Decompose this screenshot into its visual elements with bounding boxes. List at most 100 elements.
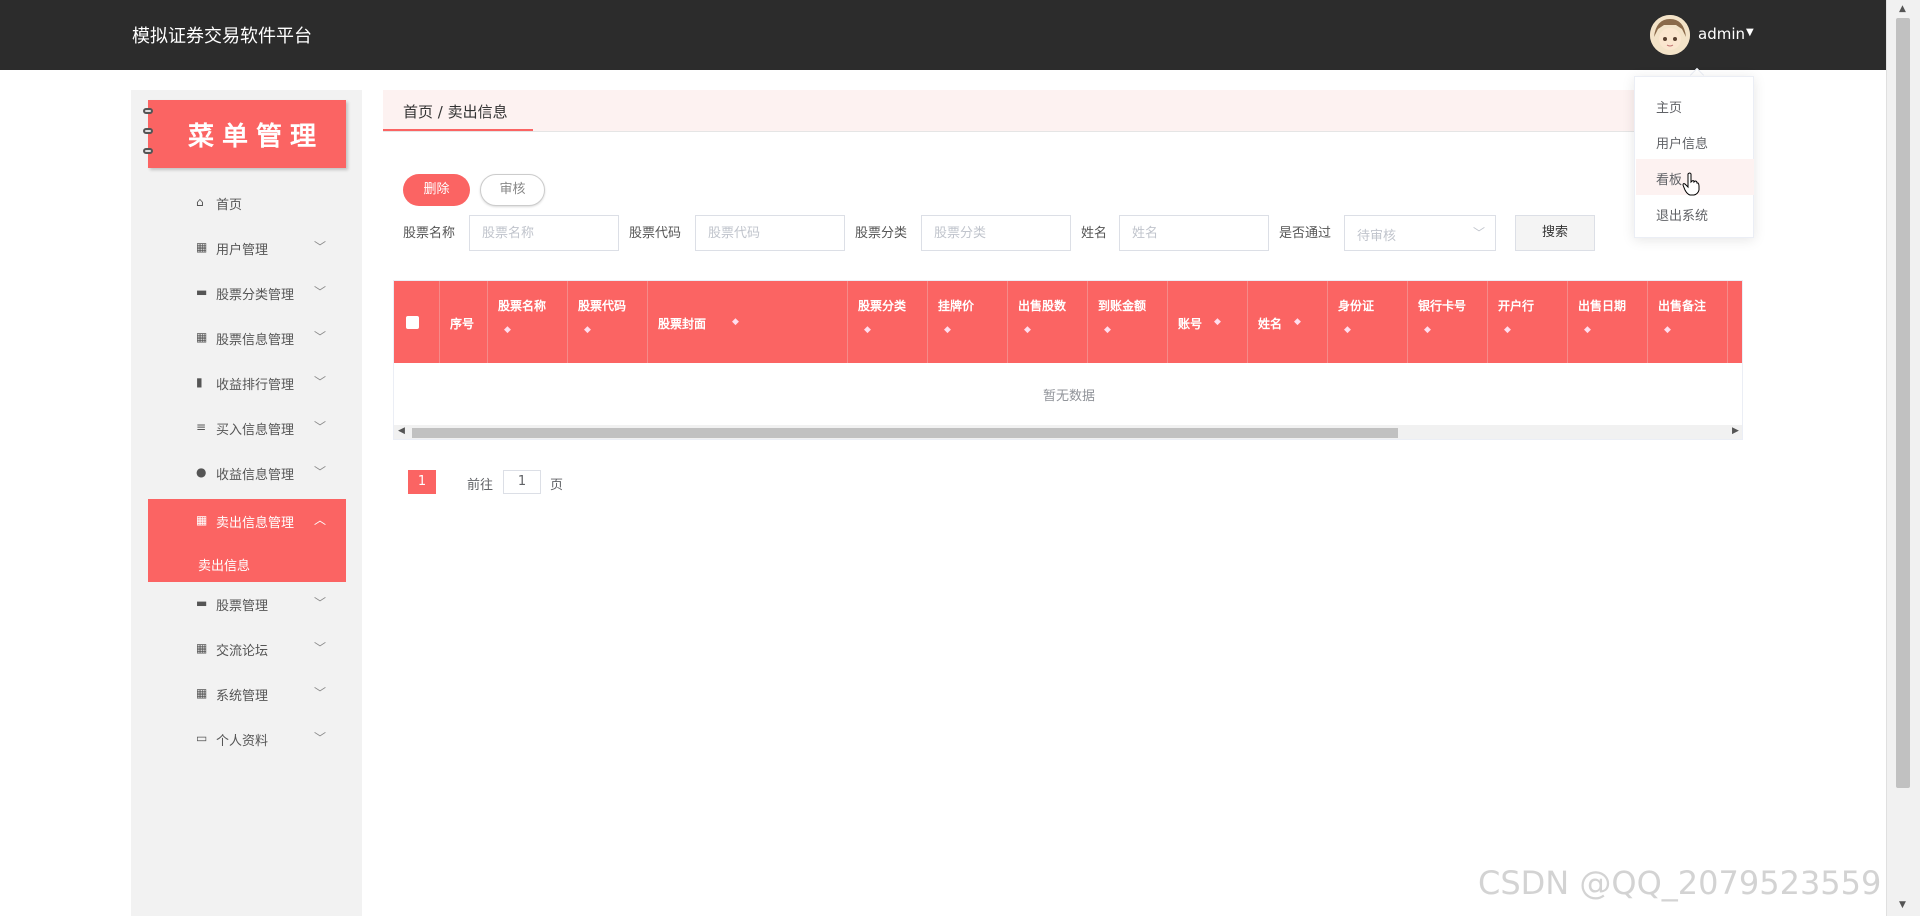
sort-icon[interactable]: ◆ bbox=[1214, 317, 1221, 327]
select-all-checkbox[interactable] bbox=[406, 316, 419, 329]
scrollbar-thumb[interactable] bbox=[1896, 18, 1910, 788]
scroll-left-icon[interactable]: ◀ bbox=[398, 426, 405, 436]
chat-icon: ▬ bbox=[196, 596, 208, 610]
sort-icon[interactable]: ◆ bbox=[1424, 325, 1431, 335]
sidebar-item-system[interactable]: ▦ 系统管理 ﹀ bbox=[148, 674, 346, 714]
pin-icon: ● bbox=[196, 465, 207, 479]
breadcrumb: 首页 / 卖出信息 bbox=[383, 90, 1743, 132]
sort-icon[interactable]: ◆ bbox=[1584, 325, 1591, 335]
binder-ring-icon bbox=[143, 108, 153, 114]
approved-select[interactable]: 待审核 ﹀ bbox=[1344, 215, 1496, 251]
column-header[interactable]: 股票代码 ◆ bbox=[568, 281, 648, 363]
sidebar-item-label: 股票管理 bbox=[216, 599, 269, 614]
chevron-down-icon: ﹀ bbox=[1473, 226, 1486, 240]
delete-button[interactable]: 删除 bbox=[403, 174, 470, 206]
menu-item-logout[interactable]: 退出系统 bbox=[1636, 195, 1754, 231]
column-header[interactable]: 银行卡号 ◆ bbox=[1408, 281, 1488, 363]
menu-item-home[interactable]: 主页 bbox=[1636, 87, 1754, 123]
app-title: 模拟证券交易软件平台 bbox=[132, 26, 312, 47]
chevron-down-icon: ﹀ bbox=[314, 641, 327, 655]
sidebar-item-label: 系统管理 bbox=[216, 689, 269, 704]
avatar-image bbox=[1650, 15, 1690, 55]
chevron-down-icon: ﹀ bbox=[314, 330, 327, 344]
column-header[interactable]: 股票分类 ◆ bbox=[848, 281, 928, 363]
sidebar-item-label: 收益排行管理 bbox=[216, 378, 295, 393]
sort-icon[interactable]: ◆ bbox=[944, 325, 951, 335]
sort-icon[interactable]: ◆ bbox=[864, 325, 871, 335]
stock-category-input[interactable] bbox=[921, 215, 1071, 251]
sort-icon[interactable]: ◆ bbox=[584, 325, 591, 335]
sidebar-item-stock-category[interactable]: ▬ 股票分类管理 ﹀ bbox=[148, 273, 346, 313]
sidebar-item-sell-info[interactable]: ▦ 卖出信息管理 ︿ bbox=[148, 499, 346, 546]
chevron-down-icon: ﹀ bbox=[314, 240, 327, 254]
sidebar-item-earnings-info[interactable]: ● 收益信息管理 ﹀ bbox=[148, 453, 346, 493]
table-scrollbar[interactable]: ◀ ▶ bbox=[394, 425, 1742, 439]
binder-ring-icon bbox=[143, 148, 153, 154]
stock-code-input[interactable] bbox=[695, 215, 845, 251]
column-header[interactable]: 出售日期 ◆ bbox=[1568, 281, 1648, 363]
sort-icon[interactable]: ◆ bbox=[504, 325, 511, 335]
column-header[interactable]: 账号 ◆ bbox=[1168, 281, 1248, 363]
chevron-down-icon: ﹀ bbox=[314, 420, 327, 434]
avatar[interactable] bbox=[1650, 15, 1690, 55]
chevron-down-icon: ﹀ bbox=[314, 285, 327, 299]
sidebar-item-stock-info[interactable]: ▦ 股票信息管理 ﹀ bbox=[148, 318, 346, 358]
sidebar-item-stock-manage[interactable]: ▬ 股票管理 ﹀ bbox=[148, 584, 346, 624]
column-header[interactable]: 身份证 ◆ bbox=[1328, 281, 1408, 363]
column-header[interactable]: 到账金额 ◆ bbox=[1088, 281, 1168, 363]
goto-suffix: 页 bbox=[550, 478, 564, 493]
sidebar-item-home[interactable]: ⌂ 首页 bbox=[148, 183, 346, 223]
sort-icon[interactable]: ◆ bbox=[1504, 325, 1511, 335]
column-header[interactable]: 股票封面 ◆ bbox=[648, 281, 848, 363]
name-input[interactable] bbox=[1119, 215, 1269, 251]
sidebar-subitem-sell-info[interactable]: 卖出信息 bbox=[148, 546, 346, 582]
sort-icon[interactable]: ◆ bbox=[1104, 325, 1111, 335]
sidebar-item-buy-info[interactable]: ≡ 买入信息管理 ﹀ bbox=[148, 408, 346, 448]
sort-icon[interactable]: ◆ bbox=[1024, 325, 1031, 335]
menu-banner: 菜单管理 bbox=[143, 100, 346, 168]
column-header[interactable]: 开户行 ◆ bbox=[1488, 281, 1568, 363]
scroll-up-icon[interactable]: ▲ bbox=[1899, 4, 1906, 14]
column-header[interactable]: 挂牌价 ◆ bbox=[928, 281, 1008, 363]
column-header[interactable]: 出售备注 ◆ bbox=[1648, 281, 1728, 363]
sidebar-item-forum[interactable]: ▦ 交流论坛 ﹀ bbox=[148, 629, 346, 669]
hand-cursor-icon bbox=[1682, 172, 1700, 196]
sort-icon[interactable]: ◆ bbox=[1344, 325, 1351, 335]
page-scrollbar[interactable]: ▲ ▼ bbox=[1886, 0, 1920, 916]
stock-name-input[interactable] bbox=[469, 215, 619, 251]
menu-banner-title: 菜单管理 bbox=[188, 122, 325, 152]
scroll-right-icon[interactable]: ▶ bbox=[1732, 426, 1739, 436]
sidebar-item-users[interactable]: ▦ 用户管理 ﹀ bbox=[148, 228, 346, 268]
column-header[interactable]: 序号 bbox=[440, 281, 488, 363]
sidebar-item-label: 用户管理 bbox=[216, 243, 269, 258]
audit-button[interactable]: 审核 bbox=[480, 174, 545, 206]
sliders-icon: ≡ bbox=[196, 420, 207, 434]
stock-category-label: 股票分类 bbox=[855, 226, 908, 241]
search-button[interactable]: 搜索 bbox=[1515, 215, 1595, 251]
sort-icon[interactable]: ◆ bbox=[1294, 317, 1301, 327]
column-header[interactable]: 姓名 ◆ bbox=[1248, 281, 1328, 363]
sidebar-item-label: 个人资料 bbox=[216, 734, 269, 749]
approved-label: 是否通过 bbox=[1279, 226, 1332, 241]
menu-item-user-info[interactable]: 用户信息 bbox=[1636, 123, 1754, 159]
goto-page-input[interactable]: 1 bbox=[503, 470, 541, 494]
caret-down-icon[interactable]: ▼ bbox=[1746, 27, 1754, 38]
scrollbar-thumb[interactable] bbox=[412, 428, 1398, 438]
sort-icon[interactable]: ◆ bbox=[1664, 325, 1671, 335]
binder-ring-icon bbox=[143, 128, 153, 134]
sort-icon[interactable]: ◆ bbox=[732, 317, 739, 327]
sidebar-item-label: 卖出信息管理 bbox=[216, 516, 295, 531]
chevron-down-icon: ﹀ bbox=[314, 375, 327, 389]
grid-icon: ▦ bbox=[196, 240, 208, 254]
scroll-down-icon[interactable]: ▼ bbox=[1899, 900, 1906, 910]
sidebar-item-profile[interactable]: ▭ 个人资料 ﹀ bbox=[148, 719, 346, 759]
sidebar-item-label: 股票信息管理 bbox=[216, 333, 295, 348]
column-header[interactable]: 出售股数 ◆ bbox=[1008, 281, 1088, 363]
column-header[interactable]: 股票名称 ◆ bbox=[488, 281, 568, 363]
sidebar-item-earnings-rank[interactable]: ▮ 收益排行管理 ﹀ bbox=[148, 363, 346, 403]
breadcrumb-text[interactable]: 首页 / 卖出信息 bbox=[403, 101, 508, 122]
user-name[interactable]: admin bbox=[1698, 25, 1745, 43]
page-number-current[interactable]: 1 bbox=[408, 470, 436, 494]
card-icon: ▭ bbox=[196, 731, 208, 745]
empty-state: 暂无数据 bbox=[1042, 389, 1095, 404]
